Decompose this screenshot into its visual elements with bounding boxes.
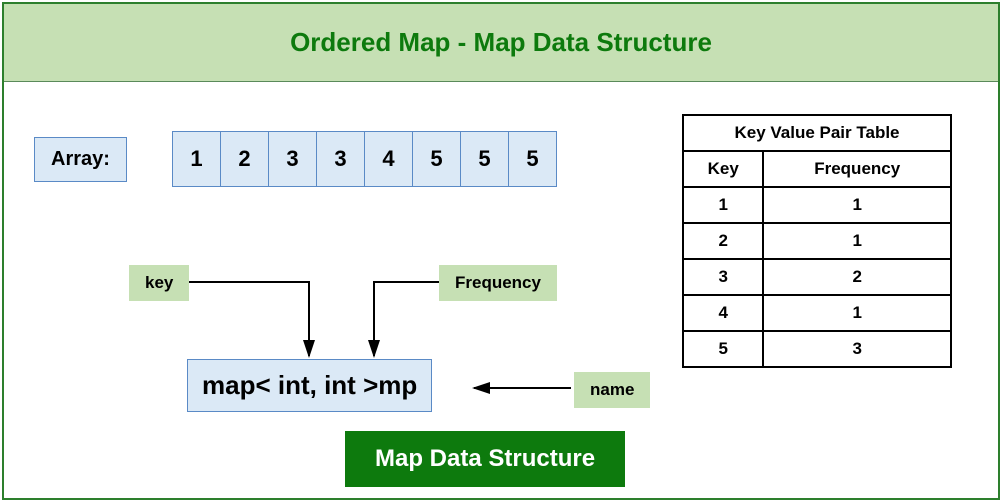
array-label: Array: [34, 137, 127, 182]
array-cell: 3 [268, 131, 317, 187]
map-declaration: map< int, int >mp [187, 359, 432, 412]
table-row: 32 [683, 259, 951, 295]
header-bar: Ordered Map - Map Data Structure [4, 4, 998, 82]
table-row: 41 [683, 295, 951, 331]
array-cell: 5 [508, 131, 557, 187]
kv-col-key: Key [683, 151, 763, 187]
table-row: 53 [683, 331, 951, 367]
array-cells: 1 2 3 3 4 5 5 5 [172, 131, 557, 187]
table-row: 11 [683, 187, 951, 223]
tag-name: name [574, 372, 650, 408]
table-row: 21 [683, 223, 951, 259]
tag-frequency: Frequency [439, 265, 557, 301]
array-cell: 2 [220, 131, 269, 187]
array-cell: 3 [316, 131, 365, 187]
kv-table-title: Key Value Pair Table [683, 115, 951, 151]
diagram-frame: Ordered Map - Map Data Structure Array: … [2, 2, 1000, 500]
array-cell: 5 [412, 131, 461, 187]
array-cell: 5 [460, 131, 509, 187]
kv-col-freq: Frequency [763, 151, 951, 187]
tag-key: key [129, 265, 189, 301]
page-title: Ordered Map - Map Data Structure [290, 27, 712, 58]
content-area: Array: 1 2 3 3 4 5 5 5 key Frequency nam… [4, 82, 998, 498]
array-cell: 4 [364, 131, 413, 187]
kv-pair-table: Key Value Pair Table Key Frequency 11 21… [682, 114, 952, 368]
footer-label: Map Data Structure [345, 431, 625, 487]
array-cell: 1 [172, 131, 221, 187]
